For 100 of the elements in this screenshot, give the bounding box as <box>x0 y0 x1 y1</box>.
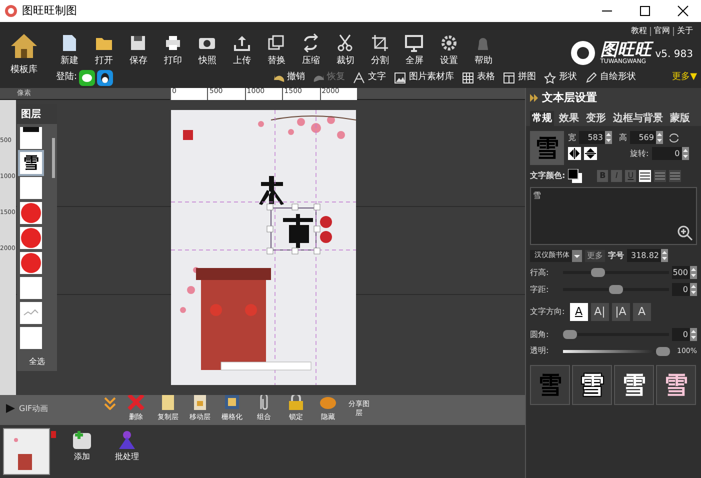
toolbar-button[interactable]: 新建 <box>52 32 86 68</box>
panel-tab[interactable]: 蒙版 <box>668 111 692 126</box>
font-size-field[interactable]: 318.82 <box>627 249 661 262</box>
bar-icon <box>23 127 39 132</box>
toolbar-button[interactable]: 打印 <box>156 32 190 68</box>
header-link[interactable]: 教程 <box>631 25 647 37</box>
field-label: 字号 <box>608 250 624 262</box>
undo-arrow-icon <box>273 74 286 82</box>
template-library-button[interactable]: 模板库 <box>0 22 48 88</box>
toolbar-button[interactable]: 帮助 <box>466 32 500 68</box>
text-style-preset[interactable]: 雪 <box>656 365 696 405</box>
select-all-button[interactable]: 全选 <box>29 353 45 371</box>
text-direction-button[interactable]: |A <box>612 303 630 321</box>
spinner-arrows-icon <box>661 249 668 262</box>
wechat-login-button[interactable] <box>79 70 96 86</box>
image-icon <box>394 72 406 84</box>
toolbar-button[interactable]: 分割 <box>362 32 397 68</box>
header-link[interactable]: 官网 <box>654 25 670 37</box>
double-chevron-icon <box>530 94 538 102</box>
value-field[interactable]: 0 <box>672 283 690 296</box>
toolbar-button[interactable]: 图片素材库 <box>394 71 454 85</box>
panel-title: 图层 <box>17 104 57 124</box>
flip-horizontal-icon <box>568 147 581 160</box>
text-direction-button[interactable]: A| <box>590 303 609 321</box>
toolbar-button[interactable]: 压缩 <box>294 32 328 68</box>
rotation-field[interactable]: 0 <box>652 147 682 160</box>
pen-icon <box>585 72 598 84</box>
more-fonts-button[interactable]: 更多 <box>585 250 605 262</box>
undo-button[interactable]: 撤销 <box>273 71 306 85</box>
text-direction-button[interactable]: A <box>632 303 651 321</box>
layout-grid-icon <box>503 72 516 84</box>
field-label: 文字方向: <box>530 306 565 318</box>
crop-icon <box>370 32 390 52</box>
more-button[interactable]: 更多▼ <box>672 71 697 85</box>
toolbar-button[interactable]: 文字 <box>353 71 386 85</box>
panel-tab[interactable]: 边框与背景 <box>611 111 665 126</box>
toolbar-button[interactable]: 形状 <box>544 71 578 85</box>
header-link[interactable]: 关于 <box>677 25 693 37</box>
slider-thumb[interactable] <box>590 268 605 277</box>
slider-thumb[interactable] <box>609 285 623 294</box>
slider-thumb[interactable] <box>656 346 670 356</box>
add-icon <box>71 429 93 451</box>
layer-thumbnail[interactable] <box>20 277 42 299</box>
toolbar-button[interactable]: 全屏 <box>397 32 432 68</box>
dropdown-caret-icon <box>572 250 582 262</box>
height-field[interactable]: 569 <box>630 131 656 144</box>
house-icon <box>9 32 39 60</box>
panel-tab[interactable]: 常规 <box>530 111 554 126</box>
toolbar-button[interactable]: 快照 <box>190 32 224 68</box>
circle-icon <box>21 253 41 273</box>
toolbar-button[interactable]: 设置 <box>432 32 466 68</box>
marker-icon <box>51 431 56 438</box>
panel-tab[interactable]: 变形 <box>584 111 608 126</box>
slider-thumb[interactable] <box>563 330 577 339</box>
circle-icon <box>21 203 41 223</box>
layer-thumbnail[interactable] <box>20 202 42 224</box>
toolbar-button[interactable]: 裁切 <box>328 32 362 68</box>
gif-animation-toggle[interactable]: GIF动画 <box>6 402 48 414</box>
field-label: 圆角: <box>530 328 550 340</box>
layer-thumbnail[interactable] <box>20 127 42 149</box>
zoom-in-icon <box>677 225 693 241</box>
toolbar-button[interactable]: 表格 <box>462 71 496 85</box>
layer-thumbnail[interactable] <box>20 302 42 324</box>
copy-icon <box>266 32 286 52</box>
flip-vertical-icon <box>584 147 597 160</box>
panel-tab[interactable]: 效果 <box>557 111 581 126</box>
color-swatch-icon <box>568 169 582 183</box>
value-field[interactable]: 500 <box>672 266 690 279</box>
frame-button[interactable]: 批处理 <box>115 429 139 463</box>
text-style-preset[interactable]: 雪 <box>614 365 654 405</box>
toolbar-button[interactable]: 打开 <box>86 32 121 68</box>
layer-thumbnail[interactable] <box>20 252 42 274</box>
toolbar-button[interactable]: 上传 <box>224 32 259 68</box>
app-icon <box>4 4 18 18</box>
layer-thumbnail[interactable] <box>20 177 42 199</box>
toolbar-button[interactable]: 保存 <box>121 32 156 68</box>
frame-button[interactable]: 添加 <box>71 429 93 463</box>
circle-icon <box>21 228 41 248</box>
monitor-icon <box>404 32 424 52</box>
toolbar-button[interactable]: 拼图 <box>503 71 536 85</box>
align-button[interactable] <box>639 170 652 182</box>
text-input-field[interactable]: 雪 <box>530 187 697 245</box>
width-field[interactable]: 583 <box>579 131 605 144</box>
field-label: 高 <box>619 132 627 144</box>
qq-login-button[interactable] <box>97 70 114 86</box>
field-label: 行高: <box>530 266 550 278</box>
logo-icon <box>570 40 596 66</box>
text-style-preset[interactable]: 雪 <box>572 365 612 405</box>
layer-thumbnail[interactable] <box>20 227 42 249</box>
field-label: 旋转: <box>630 148 649 160</box>
text-direction-button[interactable]: A <box>570 303 588 321</box>
toolbar-button[interactable]: 自绘形状 <box>585 71 636 85</box>
layer-thumbnail[interactable] <box>20 327 42 349</box>
login-label: 登陆: <box>56 71 78 84</box>
toolbar-button[interactable]: 替换 <box>259 32 294 68</box>
double-chevron-icon <box>104 397 116 410</box>
figure-icon <box>116 429 138 451</box>
align-lines-icon <box>670 172 680 180</box>
value-field[interactable]: 0 <box>672 328 690 341</box>
spinner-arrows-icon <box>605 131 612 144</box>
